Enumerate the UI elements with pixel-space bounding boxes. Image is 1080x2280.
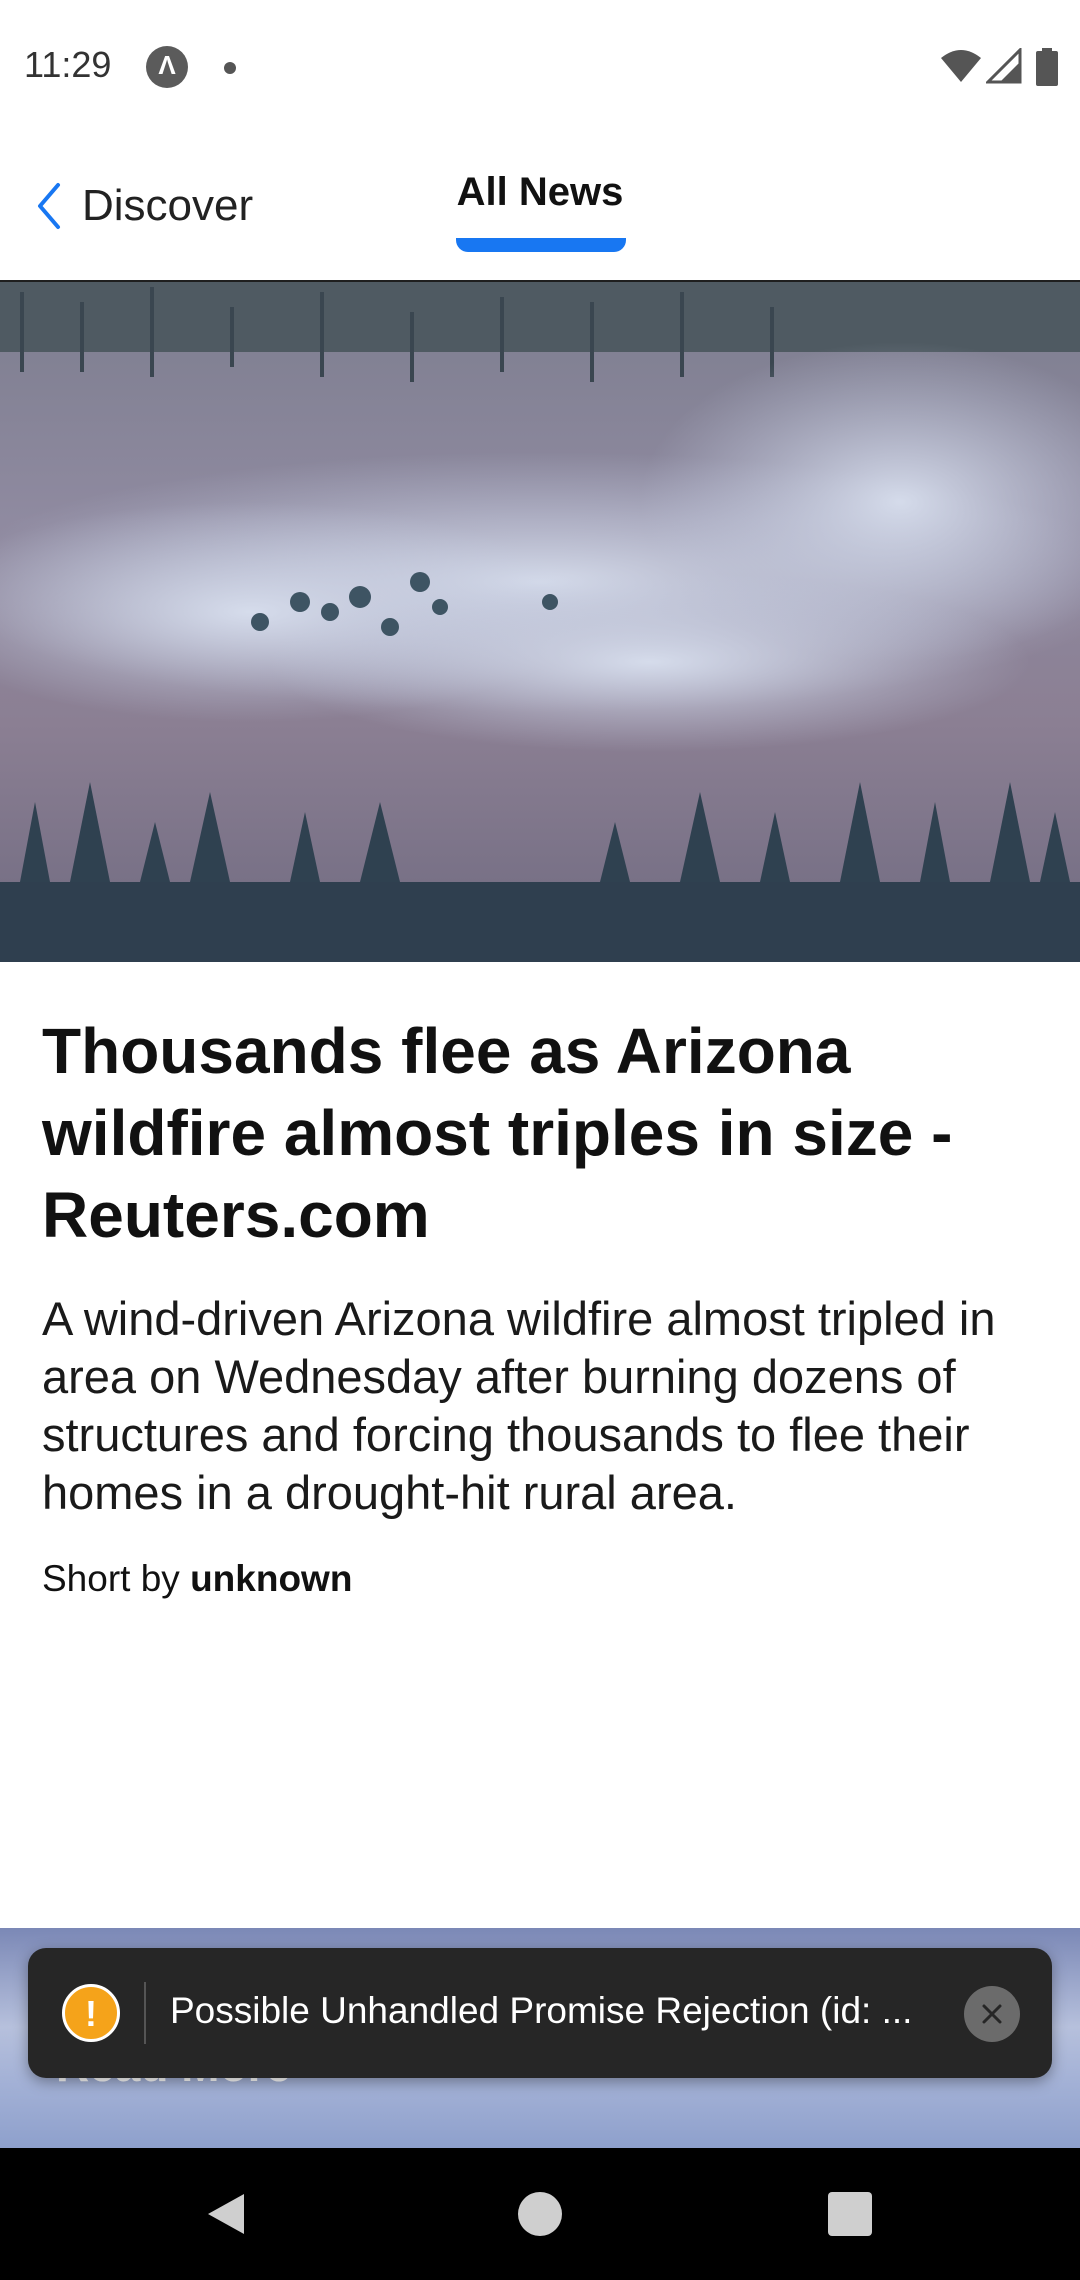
system-navigation-bar	[0, 2148, 1080, 2280]
back-to-discover-link[interactable]: Discover	[34, 176, 253, 236]
tab-all-news[interactable]: All News	[450, 170, 630, 215]
nav-recents-icon[interactable]	[828, 2192, 872, 2236]
chevron-left-icon	[38, 183, 60, 229]
dot-icon	[224, 62, 236, 74]
back-label: Discover	[82, 181, 254, 230]
signal-icon	[986, 48, 1022, 84]
top-header: Discover All News	[0, 150, 1080, 282]
nav-home-icon[interactable]	[518, 2192, 562, 2236]
wildfire-photo-icon	[0, 282, 1080, 962]
toast-close-button[interactable]	[964, 1986, 1020, 2042]
status-time: 11:29	[24, 44, 112, 85]
warning-icon: !	[62, 1984, 120, 2042]
battery-icon	[1036, 48, 1058, 86]
nav-back-icon[interactable]	[204, 2190, 248, 2238]
warning-glyph: !	[85, 1993, 97, 2034]
article-headline: Thousands flee as Arizona wildfire almos…	[42, 1015, 953, 1251]
status-bar: 11:29 Λ	[0, 0, 1080, 130]
active-tab-indicator	[456, 238, 626, 252]
app-notification-icon: Λ	[146, 46, 188, 88]
close-icon	[982, 2004, 1002, 2024]
wifi-icon	[941, 50, 981, 82]
toast-message: Possible Unhandled Promise Rejection (id…	[170, 1990, 913, 2031]
article-byline: Short by unknown	[42, 1558, 352, 1600]
app-notification-glyph: Λ	[158, 50, 176, 80]
toast-divider	[144, 1982, 146, 2044]
article-image[interactable]	[0, 282, 1080, 962]
byline-prefix: Short by	[42, 1558, 180, 1599]
byline-author: unknown	[190, 1558, 353, 1599]
error-toast[interactable]: ! Possible Unhandled Promise Rejection (…	[28, 1948, 1052, 2078]
article-summary: A wind-driven Arizona wildfire almost tr…	[42, 1292, 996, 1519]
